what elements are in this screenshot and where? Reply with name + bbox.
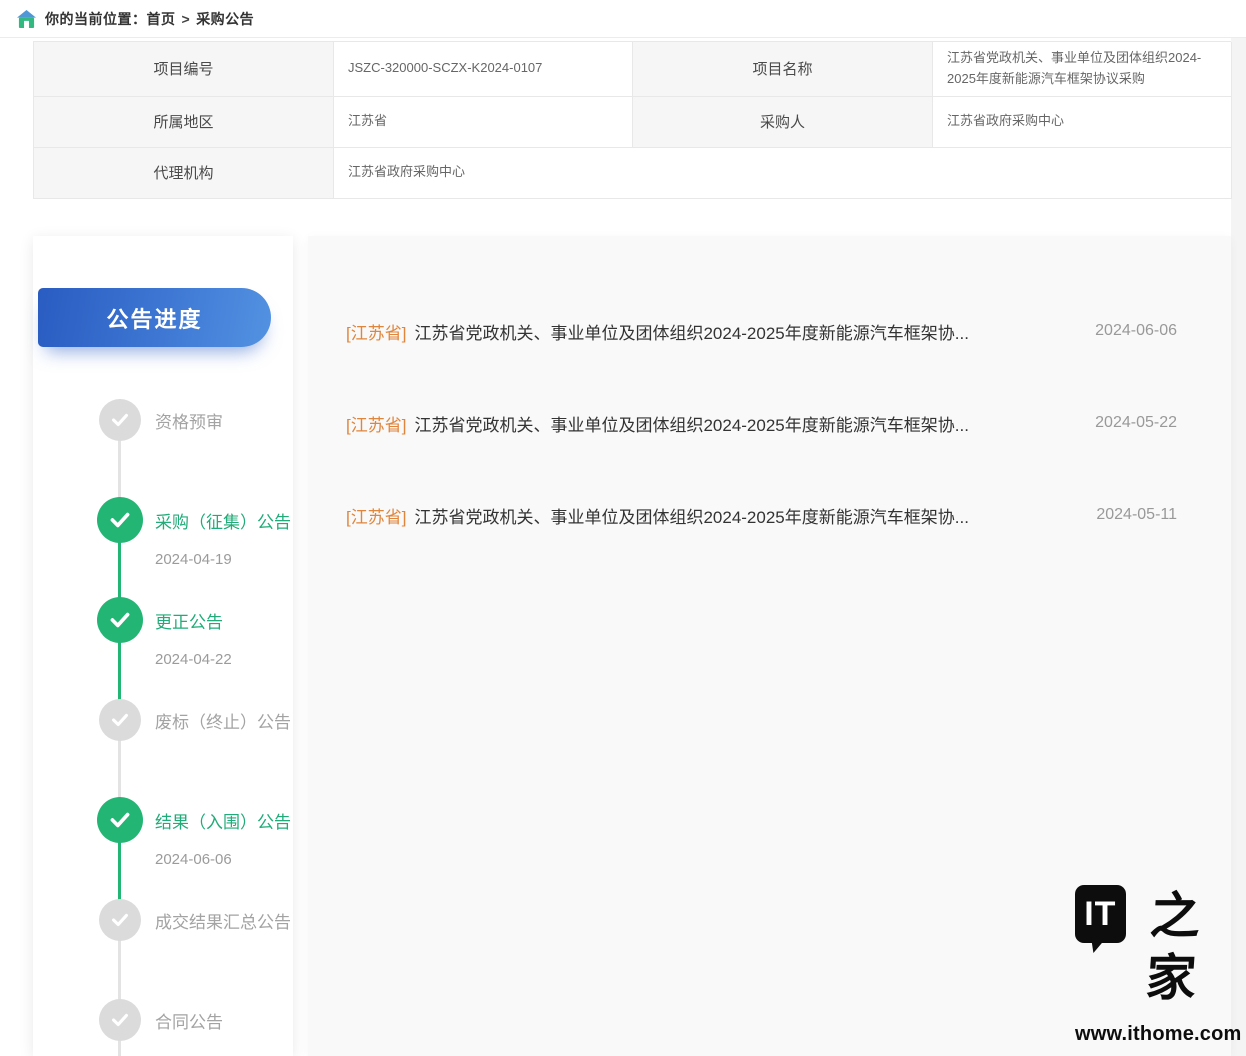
step-result-notice[interactable]: 结果（入围）公告 (33, 797, 293, 843)
step-procurement-notice[interactable]: 采购（征集）公告 (33, 497, 293, 543)
breadcrumb-home-link[interactable]: 首页 (147, 11, 176, 27)
announcement-title-link[interactable]: 江苏省党政机关、事业单位及团体组织2024-2025年度新能源汽车框架协... (414, 319, 968, 344)
region-label: 所属地区 (34, 97, 334, 148)
progress-sidebar: 公告进度 资格预审 采购（征集）公告 2024-04-19 (33, 236, 293, 1056)
breadcrumb: 你的当前位置：首页 > 采购公告 (45, 9, 254, 29)
step-label[interactable]: 结果（入围）公告 (155, 797, 291, 843)
ithome-zhijia-calligraphy: 之家 (1126, 885, 1219, 1009)
step-date: 2024-04-19 (155, 551, 232, 571)
breadcrumb-current[interactable]: 采购公告 (196, 11, 254, 27)
step-label[interactable]: 更正公告 (155, 597, 223, 643)
step-check-icon (97, 797, 143, 843)
agency-label: 代理机构 (34, 148, 334, 199)
step-check-icon (97, 597, 143, 643)
announcement-list: [江苏省] 江苏省党政机关、事业单位及团体组织2024-2025年度新能源汽车框… (308, 285, 1231, 561)
announcement-date: 2024-06-06 (1095, 322, 1177, 340)
step-prequalification: 资格预审 (33, 397, 293, 443)
step-label: 废标（终止）公告 (155, 697, 291, 743)
step-check-icon (99, 399, 141, 441)
step-contract-notice: 合同公告 (33, 997, 293, 1043)
project-no-label: 项目编号 (34, 42, 334, 97)
project-name-value: 江苏省党政机关、事业单位及团体组织2024-2025年度新能源汽车框架协议采购 (933, 42, 1232, 97)
breadcrumb-separator: > (182, 11, 191, 27)
region-tag: [江苏省] (346, 503, 406, 528)
project-name-label: 项目名称 (633, 42, 933, 97)
step-date: 2024-06-06 (155, 851, 232, 871)
step-label[interactable]: 采购（征集）公告 (155, 497, 291, 543)
step-correction-notice[interactable]: 更正公告 (33, 597, 293, 643)
step-cancellation-notice: 废标（终止）公告 (33, 697, 293, 743)
ithome-it-badge-icon: IT (1075, 885, 1126, 943)
region-tag: [江苏省] (346, 411, 406, 436)
buyer-label: 采购人 (633, 97, 933, 148)
announcement-date: 2024-05-22 (1095, 414, 1177, 432)
step-check-icon (97, 497, 143, 543)
ithome-url: www.ithome.com (1075, 1023, 1215, 1046)
buyer-value: 江苏省政府采购中心 (933, 97, 1232, 148)
progress-timeline: 资格预审 采购（征集）公告 2024-04-19 更正公告 2024-04-22… (33, 236, 293, 1056)
home-icon[interactable] (17, 10, 36, 28)
step-label: 合同公告 (155, 997, 223, 1043)
announcement-row[interactable]: [江苏省] 江苏省党政机关、事业单位及团体组织2024-2025年度新能源汽车框… (308, 377, 1231, 469)
announcement-row[interactable]: [江苏省] 江苏省党政机关、事业单位及团体组织2024-2025年度新能源汽车框… (308, 469, 1231, 561)
project-info-table: 项目编号 JSZC-320000-SCZX-K2024-0107 项目名称 江苏… (33, 41, 1231, 199)
ithome-logo: IT 之家 (1075, 885, 1215, 1009)
breadcrumb-bar: 你的当前位置：首页 > 采购公告 (0, 0, 1246, 38)
announcement-row[interactable]: [江苏省] 江苏省党政机关、事业单位及团体组织2024-2025年度新能源汽车框… (308, 285, 1231, 377)
step-deal-summary-notice: 成交结果汇总公告 (33, 897, 293, 943)
scrollbar-gutter (1231, 38, 1246, 1056)
ithome-watermark: IT 之家 www.ithome.com (1075, 885, 1215, 1046)
region-value: 江苏省 (334, 97, 633, 148)
announcement-title-link[interactable]: 江苏省党政机关、事业单位及团体组织2024-2025年度新能源汽车框架协... (414, 411, 968, 436)
step-check-icon (99, 999, 141, 1041)
step-check-icon (99, 899, 141, 941)
region-tag: [江苏省] (346, 319, 406, 344)
project-no-value: JSZC-320000-SCZX-K2024-0107 (334, 42, 633, 97)
step-label: 资格预审 (155, 397, 223, 443)
step-label: 成交结果汇总公告 (155, 897, 291, 943)
breadcrumb-prefix: 你的当前位置： (45, 11, 147, 27)
agency-value: 江苏省政府采购中心 (334, 148, 1232, 199)
announcement-title-link[interactable]: 江苏省党政机关、事业单位及团体组织2024-2025年度新能源汽车框架协... (414, 503, 968, 528)
announcement-date: 2024-05-11 (1096, 506, 1177, 524)
step-date: 2024-04-22 (155, 651, 232, 671)
step-check-icon (99, 699, 141, 741)
